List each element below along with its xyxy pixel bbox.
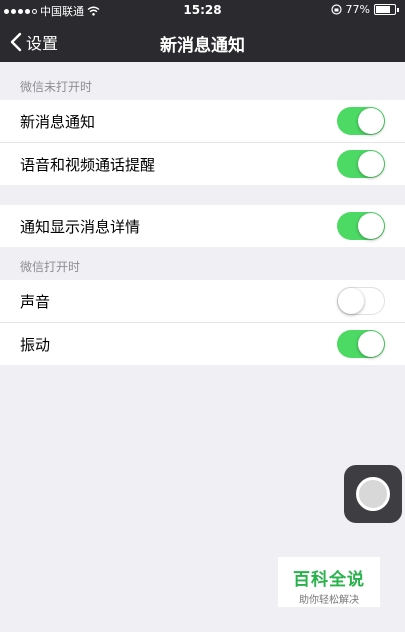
- setting-row-call-alert: 语音和视频通话提醒: [0, 143, 405, 185]
- watermark-subtitle: 助你轻松解决: [299, 595, 359, 606]
- battery-percent: 77%: [345, 3, 370, 16]
- setting-label: 声音: [20, 292, 51, 311]
- section-header-wechat-open: 微信打开时: [20, 260, 81, 274]
- navigation-bar: 设置 新消息通知: [0, 22, 405, 62]
- battery-icon: [374, 4, 396, 15]
- top-bar: 中国联通 15:28 77% 设置 新消息通知: [0, 0, 405, 62]
- watermark-logo: 百科全说 助你轻松解决: [278, 557, 380, 607]
- settings-group-wechat-open: 声音 振动: [0, 280, 405, 365]
- settings-group-wechat-closed: 新消息通知 语音和视频通话提醒: [0, 100, 405, 185]
- setting-row-new-message-notify: 新消息通知: [0, 100, 405, 143]
- setting-label: 语音和视频通话提醒: [20, 155, 156, 174]
- new-message-notify-toggle[interactable]: [337, 107, 385, 135]
- show-details-toggle[interactable]: [337, 212, 385, 240]
- assistive-touch-button[interactable]: [344, 465, 402, 523]
- setting-row-show-details: 通知显示消息详情: [0, 205, 405, 247]
- status-right: 77%: [330, 3, 399, 16]
- page-title: 新消息通知: [160, 36, 245, 56]
- watermark-title: 百科全说: [293, 570, 365, 590]
- rotation-lock-icon: [330, 4, 342, 15]
- settings-group-details: 通知显示消息详情: [0, 205, 405, 247]
- assistive-touch-icon: [356, 477, 390, 511]
- setting-label: 通知显示消息详情: [20, 217, 141, 236]
- vibrate-toggle[interactable]: [337, 330, 385, 358]
- setting-row-sound: 声音: [0, 280, 405, 323]
- call-alert-toggle[interactable]: [337, 150, 385, 178]
- status-bar: 中国联通 15:28 77%: [0, 0, 405, 20]
- setting-label: 振动: [20, 335, 51, 354]
- section-header-wechat-closed: 微信未打开时: [20, 80, 93, 94]
- setting-row-vibrate: 振动: [0, 323, 405, 365]
- setting-label: 新消息通知: [20, 112, 96, 131]
- sound-toggle[interactable]: [337, 287, 385, 315]
